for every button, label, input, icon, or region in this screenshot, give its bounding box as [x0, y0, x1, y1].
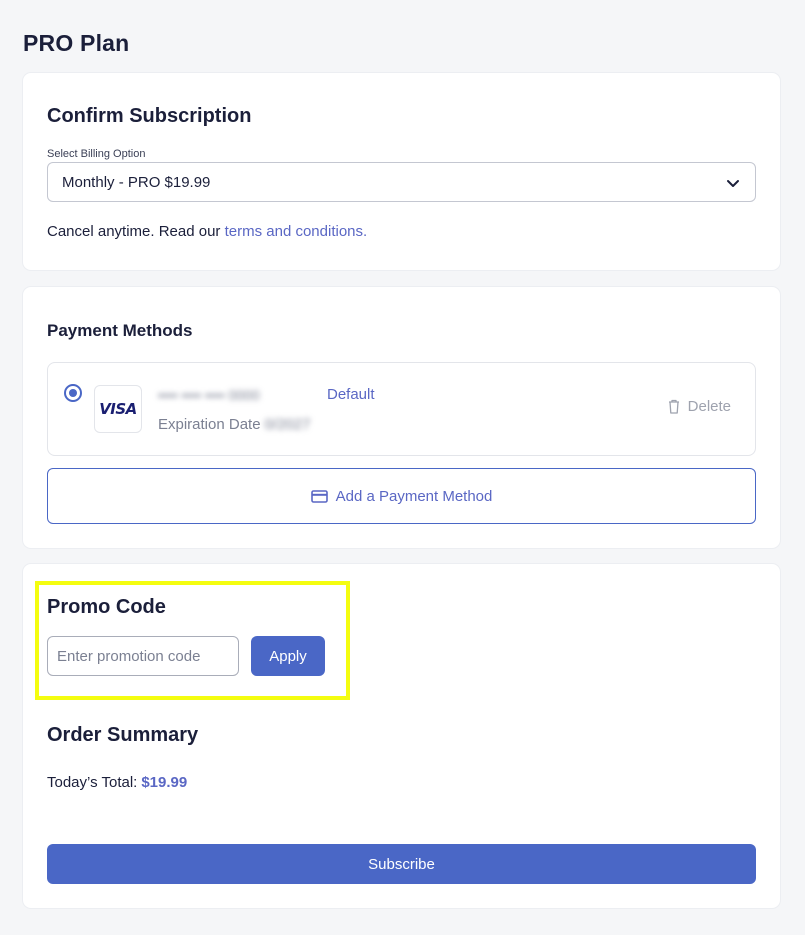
trash-icon [668, 399, 680, 414]
add-payment-method-label: Add a Payment Method [335, 487, 493, 505]
confirm-subscription-card: Confirm Subscription Select Billing Opti… [23, 73, 780, 270]
billing-option-value: Monthly - PRO $19.99 [62, 174, 211, 191]
add-payment-method-button[interactable]: Add a Payment Method [47, 468, 756, 524]
delete-button[interactable]: Delete [668, 398, 731, 415]
cancel-anytime-label: Cancel anytime. Read our [47, 223, 225, 240]
visa-logo: VISA [94, 385, 142, 433]
page-title: PRO Plan [23, 30, 130, 56]
payment-methods-heading: Payment Methods [47, 321, 193, 340]
subscribe-button[interactable]: Subscribe [47, 844, 756, 884]
terms-link[interactable]: terms and conditions. [225, 223, 368, 240]
order-summary-heading: Order Summary [47, 724, 199, 746]
payment-method-row[interactable]: VISA •••• •••• •••• 0000 Default Expirat… [47, 362, 756, 456]
promo-code-input[interactable] [47, 636, 239, 676]
payment-methods-card: Payment Methods VISA •••• •••• •••• 0000… [23, 287, 780, 548]
cancel-anytime-text: Cancel anytime. Read our terms and condi… [47, 223, 367, 240]
default-badge: Default [327, 386, 375, 403]
billing-option-label: Select Billing Option [47, 148, 146, 160]
confirm-subscription-heading: Confirm Subscription [47, 105, 252, 127]
billing-option-select[interactable]: Monthly - PRO $19.99 [47, 162, 756, 202]
expiration-date-label: Expiration Date [158, 416, 261, 433]
credit-card-icon [310, 489, 328, 503]
apply-button[interactable]: Apply [251, 636, 325, 676]
visa-brand-text: VISA [99, 400, 137, 418]
order-card: Promo Code Apply Order Summary Today’s T… [23, 564, 780, 908]
chevron-down-icon [725, 175, 741, 191]
card-number: •••• •••• •••• 0000 [158, 387, 260, 403]
expiration-date-value: 0/2027 [264, 416, 311, 433]
radio-selected-icon[interactable] [64, 384, 82, 402]
total-value: $19.99 [141, 774, 188, 791]
total-label: Today’s Total: [47, 774, 138, 791]
delete-label: Delete [687, 398, 731, 415]
total-row: Today’s Total: $19.99 [47, 774, 187, 791]
expiration-date: Expiration Date 0/2027 [158, 416, 310, 433]
promo-code-heading: Promo Code [47, 596, 166, 618]
